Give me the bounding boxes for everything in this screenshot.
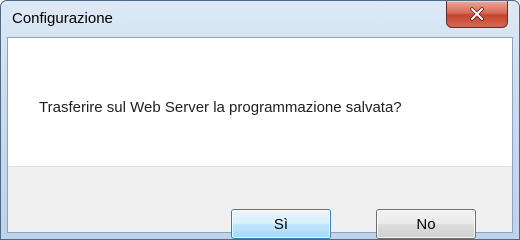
dialog-window: Configurazione Trasferire sul Web Server…: [0, 0, 520, 240]
close-button[interactable]: [446, 1, 508, 28]
title-bar[interactable]: Configurazione: [1, 1, 519, 37]
window-title: Configurazione: [12, 10, 113, 27]
dialog-message: Trasferire sul Web Server la programmazi…: [39, 99, 402, 116]
close-icon: [447, 1, 507, 27]
no-button[interactable]: No: [376, 209, 476, 239]
button-bar: Sì No: [8, 166, 512, 239]
message-area: Trasferire sul Web Server la programmazi…: [8, 38, 512, 166]
dialog-body: Trasferire sul Web Server la programmazi…: [7, 37, 513, 239]
yes-button[interactable]: Sì: [231, 209, 331, 239]
